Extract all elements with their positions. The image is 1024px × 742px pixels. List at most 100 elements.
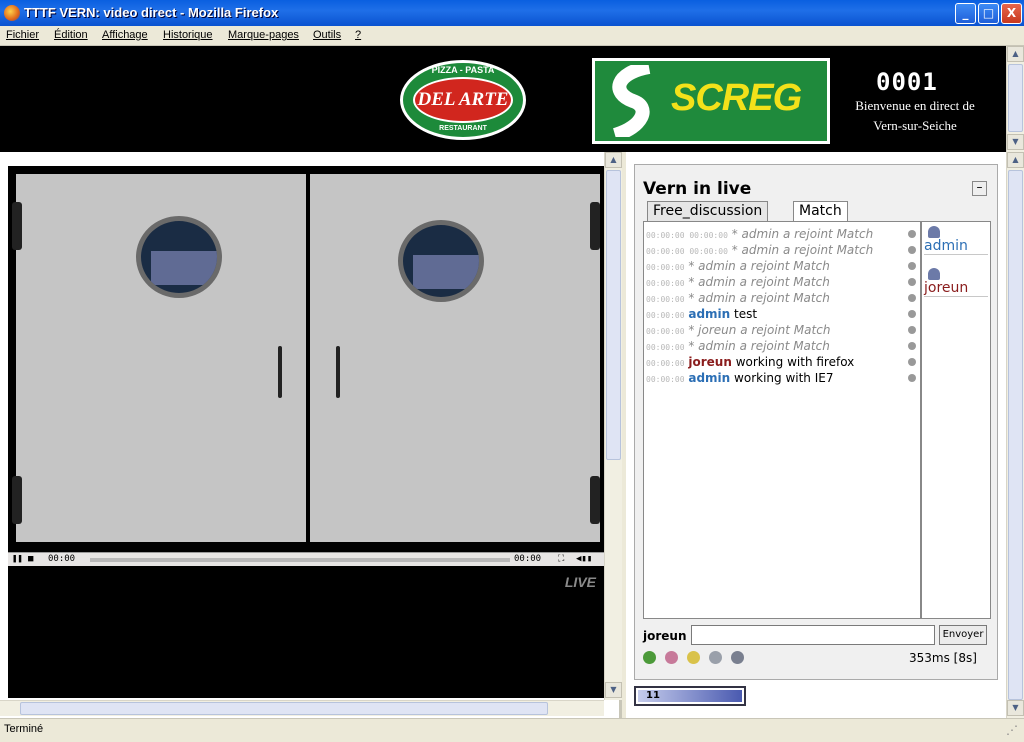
- scroll-up-arrow[interactable]: ▲: [1007, 152, 1024, 168]
- volume-icon[interactable]: ◀▮▮: [576, 554, 592, 564]
- chat-minimize-button[interactable]: –: [972, 181, 987, 196]
- scroll-up-arrow[interactable]: ▲: [605, 152, 622, 168]
- left-porthole: [136, 216, 222, 298]
- scroll-thumb[interactable]: [1008, 64, 1023, 132]
- menu-fichier[interactable]: Fichier: [6, 29, 39, 41]
- message-timestamp: 00:00:00: [646, 295, 685, 304]
- chat-message: 00:00:00 admin working with IE7: [646, 370, 918, 386]
- menu-edition[interactable]: Édition: [54, 29, 88, 41]
- menu-affichage[interactable]: Affichage: [102, 29, 148, 41]
- left-handle: [278, 346, 282, 398]
- tab-free-discussion[interactable]: Free_discussion: [647, 201, 769, 221]
- message-author[interactable]: admin: [688, 371, 730, 385]
- message-author[interactable]: joreun: [688, 355, 732, 369]
- player-controls: ❚❚ ■ 00:00 00:00 ⛶ ◀▮▮: [8, 552, 604, 566]
- message-timestamp: 00:00:00: [646, 359, 685, 368]
- message-timestamp: 00:00:00: [646, 343, 685, 352]
- sound-icon[interactable]: [709, 651, 722, 664]
- visit-counter: 0001: [876, 68, 938, 96]
- fullscreen-icon[interactable]: ⛶: [558, 554, 564, 564]
- video-player[interactable]: [8, 166, 604, 552]
- system-message-text: * admin a rejoint Match: [688, 275, 830, 289]
- message-timestamp: 00:00:00: [646, 375, 685, 384]
- screg-logo[interactable]: SCREG: [592, 58, 830, 144]
- banner-scrollbar[interactable]: ▲ ▼: [1006, 46, 1024, 152]
- message-options-icon[interactable]: [908, 326, 916, 334]
- minimize-button[interactable]: _: [955, 3, 976, 24]
- title-bar: TTTF VERN: video direct - Mozilla Firefo…: [0, 0, 1024, 26]
- pizza-logo-brand: DEL ARTE: [417, 89, 509, 110]
- scroll-thumb[interactable]: [606, 170, 621, 460]
- left-door: [16, 174, 306, 542]
- firefox-icon: [4, 5, 20, 21]
- scroll-down-arrow[interactable]: ▼: [1007, 134, 1024, 150]
- chat-vscrollbar[interactable]: ▲ ▼: [1006, 152, 1024, 718]
- pizza-logo[interactable]: PIZZA - PASTA DEL ARTE RESTAURANT: [400, 60, 526, 140]
- robot-icon[interactable]: [731, 651, 744, 664]
- stop-icon[interactable]: ■: [28, 554, 33, 564]
- menu-outils[interactable]: Outils: [313, 29, 341, 41]
- message-text: working with IE7: [734, 371, 834, 385]
- menu-help[interactable]: ?: [355, 29, 361, 41]
- message-options-icon[interactable]: [908, 294, 916, 302]
- system-message-text: * admin a rejoint Match: [688, 339, 830, 353]
- chat-message: 00:00:00 * admin a rejoint Match: [646, 258, 918, 274]
- secondary-video: LIVE: [8, 566, 604, 698]
- chat-message: 00:00:00 * joreun a rejoint Match: [646, 322, 918, 338]
- user-list-item[interactable]: admin: [924, 226, 988, 255]
- message-timestamp: 00:00:00 00:00:00: [646, 231, 728, 240]
- message-options-icon[interactable]: [908, 230, 916, 238]
- welcome-text: Bienvenue en direct de Vern-sur-Seiche: [840, 96, 990, 136]
- menu-marque-pages[interactable]: Marque-pages: [228, 29, 299, 41]
- pizza-logo-bottom: RESTAURANT: [439, 125, 487, 132]
- chat-message: 00:00:00 * admin a rejoint Match: [646, 274, 918, 290]
- message-options-icon[interactable]: [908, 374, 916, 382]
- message-options-icon[interactable]: [908, 358, 916, 366]
- chat-frame: Vern in live – Free_discussion Match 00:…: [626, 152, 1006, 718]
- message-text: working with firefox: [735, 355, 855, 369]
- system-message-text: * admin a rejoint Match: [731, 227, 874, 241]
- hscroll-thumb[interactable]: [20, 702, 548, 715]
- message-options-icon[interactable]: [908, 310, 916, 318]
- user-list-item[interactable]: joreun: [924, 268, 988, 297]
- window-title: TTTF VERN: video direct - Mozilla Firefo…: [24, 5, 279, 20]
- menu-historique[interactable]: Historique: [163, 29, 213, 41]
- smiley-icon[interactable]: [643, 651, 656, 664]
- scroll-thumb[interactable]: [1008, 170, 1023, 700]
- banner: PIZZA - PASTA DEL ARTE RESTAURANT SCREG …: [0, 46, 1006, 152]
- chat-title: Vern in live: [643, 179, 752, 199]
- scroll-down-arrow[interactable]: ▼: [605, 682, 622, 698]
- message-author[interactable]: admin: [688, 307, 730, 321]
- nickname-label: joreun: [643, 629, 687, 643]
- color-icon[interactable]: [665, 651, 678, 664]
- message-timestamp: 00:00:00: [646, 327, 685, 336]
- chat-message: 00:00:00 * admin a rejoint Match: [646, 338, 918, 354]
- send-button[interactable]: Envoyer: [939, 625, 987, 645]
- chat-message: 00:00:00 admin test: [646, 306, 918, 322]
- pause-icon[interactable]: ❚❚: [12, 554, 23, 564]
- live-label: LIVE: [564, 574, 596, 590]
- right-porthole: [398, 220, 484, 302]
- scroll-down-arrow[interactable]: ▼: [1007, 700, 1024, 716]
- message-options-icon[interactable]: [908, 262, 916, 270]
- status-text: Terminé: [4, 723, 44, 735]
- bottom-widget: 11: [634, 686, 746, 706]
- scroll-up-arrow[interactable]: ▲: [1007, 46, 1024, 62]
- resize-grip-icon[interactable]: ⋰: [1006, 723, 1020, 737]
- maximize-button[interactable]: □: [978, 3, 999, 24]
- message-timestamp: 00:00:00: [646, 263, 685, 272]
- hinge-top-right: [590, 202, 600, 250]
- video-vscrollbar[interactable]: ▲ ▼: [604, 152, 622, 700]
- system-message-text: * joreun a rejoint Match: [688, 323, 831, 337]
- tab-match[interactable]: Match: [793, 201, 848, 221]
- message-options-icon[interactable]: [908, 278, 916, 286]
- close-button[interactable]: X: [1001, 3, 1022, 24]
- message-input[interactable]: [691, 625, 935, 645]
- message-options-icon[interactable]: [908, 342, 916, 350]
- user-list: admin joreun: [921, 221, 991, 619]
- clock-icon[interactable]: [687, 651, 700, 664]
- system-message-text: * admin a rejoint Match: [688, 291, 830, 305]
- message-options-icon[interactable]: [908, 246, 916, 254]
- video-hscrollbar[interactable]: [0, 700, 604, 716]
- seek-bar[interactable]: [90, 558, 510, 562]
